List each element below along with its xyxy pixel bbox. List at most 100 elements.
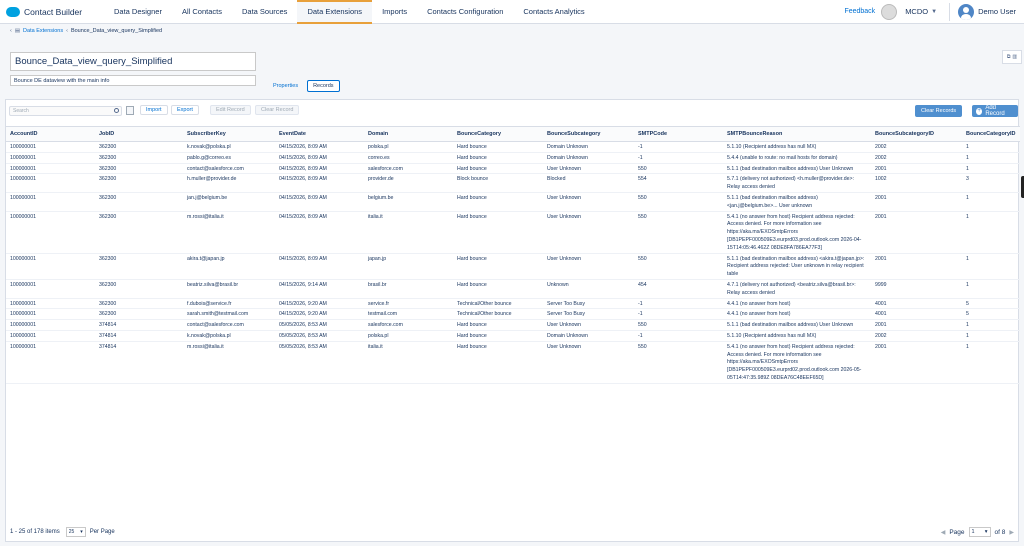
business-unit-avatar[interactable] — [881, 3, 898, 20]
pagination-footer: 1 - 25 of 178 items 25 ▾ Per Page ◀ Page… — [0, 520, 1024, 544]
table-row[interactable]: 100000001 362300 akira.t@japan.jp 04/15/202… — [6, 253, 1020, 280]
table-cell: 5.7.1 (delivery not authorized) <h.mulle… — [723, 173, 871, 193]
trash-icon[interactable]: ▥ — [1012, 54, 1017, 60]
table-cell: 362300 — [95, 141, 183, 153]
next-page-icon[interactable]: ▶ — [1009, 529, 1014, 536]
table-cell: italia.it — [364, 341, 453, 384]
export-button[interactable]: Export — [171, 105, 199, 115]
page-value: 1 — [971, 529, 975, 535]
per-page-select[interactable]: 25 ▾ — [65, 527, 86, 537]
records-table: AccountID JobID SubscriberKey EventDate Doma… — [6, 126, 1020, 384]
user-menu[interactable]: Demo User — [958, 3, 1016, 20]
table-cell: Server Too Busy — [543, 298, 634, 310]
table-cell: service.fr — [364, 298, 453, 310]
column-header[interactable]: BounceSubcategory — [543, 126, 634, 142]
table-cell: 5.1.10 (Recipient address has null MX) — [723, 330, 871, 342]
table-cell: 3 — [962, 173, 1020, 193]
table-row[interactable]: 100000001 374814 m.rossi@italia.it 05/05/20… — [6, 341, 1020, 384]
search-input[interactable]: Search — [9, 106, 122, 116]
column-header[interactable]: BounceSubcategoryID — [871, 126, 962, 142]
table-cell: italia.it — [364, 211, 453, 254]
business-unit-selector[interactable]: MCDO ▼ — [905, 7, 937, 16]
table-row[interactable]: 100000001 362300 contact@salesforce.com 04/… — [6, 163, 1020, 175]
table-cell: 100000001 — [6, 163, 95, 175]
table-cell: -1 — [634, 330, 723, 342]
table-cell: Domain Unknown — [543, 152, 634, 164]
import-button[interactable]: Import — [140, 105, 168, 115]
clear-records-button[interactable]: Clear Records — [915, 105, 963, 117]
copy-icon[interactable]: ⧉ — [1007, 54, 1011, 60]
table-cell: 362300 — [95, 253, 183, 280]
table-cell: brasil.br — [364, 279, 453, 299]
nav-all-contacts[interactable]: All Contacts — [172, 0, 232, 24]
nav-data-sources[interactable]: Data Sources — [232, 0, 297, 24]
column-header[interactable]: BounceCategory — [453, 126, 543, 142]
breadcrumb-parent[interactable]: Data Extensions — [23, 28, 63, 34]
previous-page-icon[interactable]: ◀ — [941, 529, 946, 536]
per-page-label: Per Page — [89, 529, 115, 535]
table-row[interactable]: 100000001 362300 jan.j@belgium.be 04/15/202… — [6, 192, 1020, 212]
table-row[interactable]: 100000001 362300 pablo.g@correo.es 04/15/20… — [6, 152, 1020, 164]
feedback-link[interactable]: Feedback — [844, 8, 875, 15]
page-select[interactable]: 1 ▾ — [968, 527, 991, 537]
column-header[interactable]: AccountID — [6, 126, 95, 142]
edit-record-button[interactable]: Edit Record — [210, 105, 251, 115]
extension-name-field[interactable]: Bounce_Data_view_query_Simplified — [10, 52, 256, 71]
table-cell: 374814 — [95, 341, 183, 384]
app-logo[interactable]: Contact Builder — [0, 6, 104, 17]
table-cell: Domain Unknown — [543, 141, 634, 153]
table-cell: Unknown — [543, 279, 634, 299]
nav-contacts-analytics[interactable]: Contacts Analytics — [513, 0, 594, 24]
table-row[interactable]: 100000001 362300 f.dubois@service.fr 04/15/… — [6, 298, 1020, 310]
nav-contacts-configuration[interactable]: Contacts Configuration — [417, 0, 513, 24]
table-cell: Hard bounce — [453, 279, 543, 299]
table-cell: -1 — [634, 308, 723, 321]
column-header[interactable]: BounceCategoryID — [962, 126, 1020, 142]
back-chevron-icon[interactable]: ‹ — [10, 28, 12, 34]
nav-data-designer[interactable]: Data Designer — [104, 0, 172, 24]
filter-icon[interactable] — [126, 106, 134, 115]
table-cell: 362300 — [95, 211, 183, 254]
table-cell: 2002 — [871, 141, 962, 153]
table-cell: Hard bounce — [453, 163, 543, 175]
table-row[interactable]: 100000001 362300 k.novak@polska.pl 04/15/20… — [6, 141, 1020, 153]
column-header[interactable]: Domain — [364, 126, 453, 142]
table-row[interactable]: 100000001 362300 beatriz.silva@brasil.br 04… — [6, 279, 1020, 299]
tab-records[interactable]: Records — [307, 80, 340, 92]
table-row[interactable]: 100000001 362300 h.muller@provider.de 04/15… — [6, 173, 1020, 193]
table-cell: 100000001 — [6, 192, 95, 212]
table-row[interactable]: 100000001 374814 contact@salesforce.com 05/… — [6, 319, 1020, 331]
table-cell: 100000001 — [6, 341, 95, 384]
table-cell: 04/15/2026, 8:09 AM — [275, 152, 364, 164]
table-cell: 4.4.1 (no answer from host) — [723, 308, 871, 321]
table-row[interactable]: 100000001 362300 sarah.smith@testmail.com 0… — [6, 308, 1020, 321]
column-header[interactable]: SubscriberKey — [183, 126, 275, 142]
table-cell: 100000001 — [6, 319, 95, 331]
column-header[interactable]: SMTPCode — [634, 126, 723, 142]
tab-properties[interactable]: Properties — [267, 80, 304, 92]
table-cell: 5 — [962, 298, 1020, 310]
table-row[interactable]: 100000001 362300 m.rossi@italia.it 04/15/20… — [6, 211, 1020, 254]
table-cell: m.rossi@italia.it — [183, 341, 275, 384]
table-cell: 362300 — [95, 163, 183, 175]
column-header[interactable]: JobID — [95, 126, 183, 142]
search-placeholder: Search — [13, 108, 29, 114]
table-cell: 1 — [962, 141, 1020, 153]
table-cell: Technical/Other bounce — [453, 308, 543, 321]
table-cell: 550 — [634, 253, 723, 280]
column-header[interactable]: EventDate — [275, 126, 364, 142]
table-cell: 5.1.1 (bad destination mailbox address) … — [723, 163, 871, 175]
table-cell: 4.4.1 (no answer from host) — [723, 298, 871, 310]
clear-record-button[interactable]: Clear Record — [255, 105, 300, 115]
table-row[interactable]: 100000001 374814 k.novak@polska.pl 05/05/20… — [6, 330, 1020, 342]
add-record-button[interactable]: + Add Record — [972, 105, 1018, 117]
column-header[interactable]: SMTPBounceReason — [723, 126, 871, 142]
chevron-down-icon: ▼ — [931, 8, 938, 15]
nav-data-extensions[interactable]: Data Extensions — [297, 0, 373, 24]
extension-description-field[interactable]: Bounce DE dataview with the main info — [10, 75, 256, 86]
table-cell: 04/15/2026, 9:14 AM — [275, 279, 364, 299]
nav-imports[interactable]: Imports — [372, 0, 417, 24]
table-cell: provider.de — [364, 173, 453, 193]
table-cell: 5.1.1 (bad destination mailbox address) … — [723, 192, 871, 212]
table-cell: Hard bounce — [453, 192, 543, 212]
